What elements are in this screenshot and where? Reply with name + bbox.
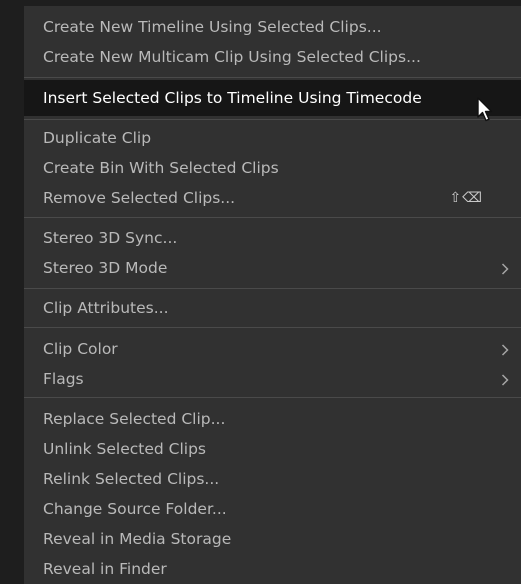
menu-item-create-bin[interactable]: Create Bin With Selected Clips bbox=[24, 153, 521, 183]
menu-item-clip-attributes[interactable]: Clip Attributes... bbox=[24, 293, 521, 323]
menu-item-label: Replace Selected Clip... bbox=[43, 410, 226, 428]
menu-item-label: Clip Attributes... bbox=[43, 299, 169, 317]
context-menu: Create New Timeline Using Selected Clips… bbox=[24, 6, 521, 584]
menu-item-label: Create New Timeline Using Selected Clips… bbox=[43, 18, 382, 36]
menu-item-reveal-in-media-storage[interactable]: Reveal in Media Storage bbox=[24, 524, 521, 554]
chevron-right-icon bbox=[501, 364, 513, 394]
menu-item-clip-color[interactable]: Clip Color bbox=[24, 334, 521, 364]
menu-item-flags[interactable]: Flags bbox=[24, 364, 521, 394]
mouse-pointer-icon bbox=[476, 96, 496, 124]
menu-item-change-source-folder[interactable]: Change Source Folder... bbox=[24, 494, 521, 524]
menu-item-label: Insert Selected Clips to Timeline Using … bbox=[43, 89, 422, 107]
menu-item-label: Clip Color bbox=[43, 340, 118, 358]
menu-item-label: Flags bbox=[43, 370, 84, 388]
menu-separator bbox=[24, 397, 521, 398]
menu-item-remove-selected-clips[interactable]: Remove Selected Clips... ⇧⌫ bbox=[24, 183, 521, 213]
menu-item-reveal-in-finder[interactable]: Reveal in Finder bbox=[24, 554, 521, 584]
menu-item-label: Duplicate Clip bbox=[43, 129, 152, 147]
chevron-right-icon bbox=[501, 253, 513, 283]
menu-item-replace-selected-clip[interactable]: Replace Selected Clip... bbox=[24, 404, 521, 434]
menu-item-create-new-timeline[interactable]: Create New Timeline Using Selected Clips… bbox=[24, 12, 521, 42]
menu-item-create-new-multicam-clip[interactable]: Create New Multicam Clip Using Selected … bbox=[24, 42, 521, 72]
menu-item-stereo-3d-mode[interactable]: Stereo 3D Mode bbox=[24, 253, 521, 283]
menu-item-label: Change Source Folder... bbox=[43, 500, 227, 518]
menu-separator bbox=[24, 327, 521, 328]
menu-item-label: Create New Multicam Clip Using Selected … bbox=[43, 48, 421, 66]
menu-item-label: Remove Selected Clips... bbox=[43, 189, 236, 207]
menu-separator bbox=[24, 217, 521, 218]
menu-separator bbox=[24, 119, 521, 120]
menu-item-label: Reveal in Media Storage bbox=[43, 530, 232, 548]
menu-separator bbox=[24, 288, 521, 289]
menu-item-label: Reveal in Finder bbox=[43, 560, 167, 578]
menu-item-label: Unlink Selected Clips bbox=[43, 440, 206, 458]
menu-item-relink-selected-clips[interactable]: Relink Selected Clips... bbox=[24, 464, 521, 494]
menu-item-duplicate-clip[interactable]: Duplicate Clip bbox=[24, 123, 521, 153]
keyboard-shortcut: ⇧⌫ bbox=[449, 190, 483, 206]
menu-item-insert-clips-using-timecode[interactable]: Insert Selected Clips to Timeline Using … bbox=[24, 80, 521, 116]
chevron-right-icon bbox=[501, 334, 513, 364]
menu-item-label: Relink Selected Clips... bbox=[43, 470, 220, 488]
menu-item-unlink-selected-clips[interactable]: Unlink Selected Clips bbox=[24, 434, 521, 464]
menu-item-label: Stereo 3D Mode bbox=[43, 259, 168, 277]
menu-separator bbox=[24, 77, 521, 78]
menu-item-label: Create Bin With Selected Clips bbox=[43, 159, 279, 177]
menu-item-label: Stereo 3D Sync... bbox=[43, 229, 178, 247]
menu-item-stereo-3d-sync[interactable]: Stereo 3D Sync... bbox=[24, 223, 521, 253]
